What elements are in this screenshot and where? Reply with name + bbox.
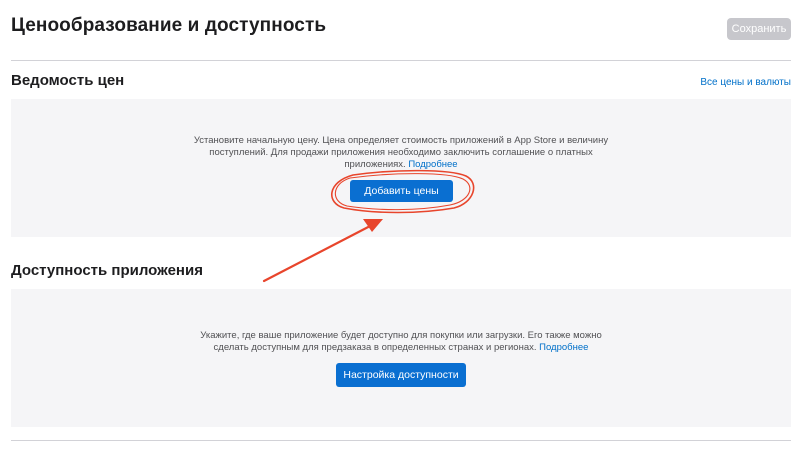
availability-description-line: сделать доступным для предзаказа в опред… xyxy=(11,342,791,354)
availability-more-link[interactable]: Подробнее xyxy=(539,342,588,353)
availability-panel: Укажите, где ваше приложение будет досту… xyxy=(11,289,791,427)
availability-section-title: Доступность приложения xyxy=(11,262,203,279)
setup-availability-button[interactable]: Настройка доступности xyxy=(336,363,466,387)
header-divider xyxy=(11,60,791,61)
bottom-divider xyxy=(11,440,791,441)
all-prices-link[interactable]: Все цены и валюты xyxy=(700,77,791,88)
pricing-description: Установите начальную цену. Цена определя… xyxy=(11,135,791,171)
save-button[interactable]: Сохранить xyxy=(727,18,791,40)
pricing-description-line: Установите начальную цену. Цена определя… xyxy=(193,135,609,146)
availability-description-line: Укажите, где ваше приложение будет досту… xyxy=(200,330,602,341)
availability-description: Укажите, где ваше приложение будет досту… xyxy=(11,330,791,354)
page-title: Ценообразование и доступность xyxy=(11,15,327,36)
pricing-section-title: Ведомость цен xyxy=(11,72,125,89)
pricing-description-line: поступлений. Для продажи приложения необ… xyxy=(209,147,593,158)
page-header: Ценообразование и доступность Сохранить xyxy=(11,15,791,41)
pricing-more-link[interactable]: Подробнее xyxy=(408,159,457,170)
pricing-description-line: приложениях. Подробнее xyxy=(11,159,791,171)
availability-description-text: сделать доступным для предзаказа в опред… xyxy=(213,342,537,353)
pricing-description-text: приложениях. xyxy=(344,159,406,170)
pricing-panel: Установите начальную цену. Цена определя… xyxy=(11,99,791,237)
add-prices-button[interactable]: Добавить цены xyxy=(350,180,453,202)
